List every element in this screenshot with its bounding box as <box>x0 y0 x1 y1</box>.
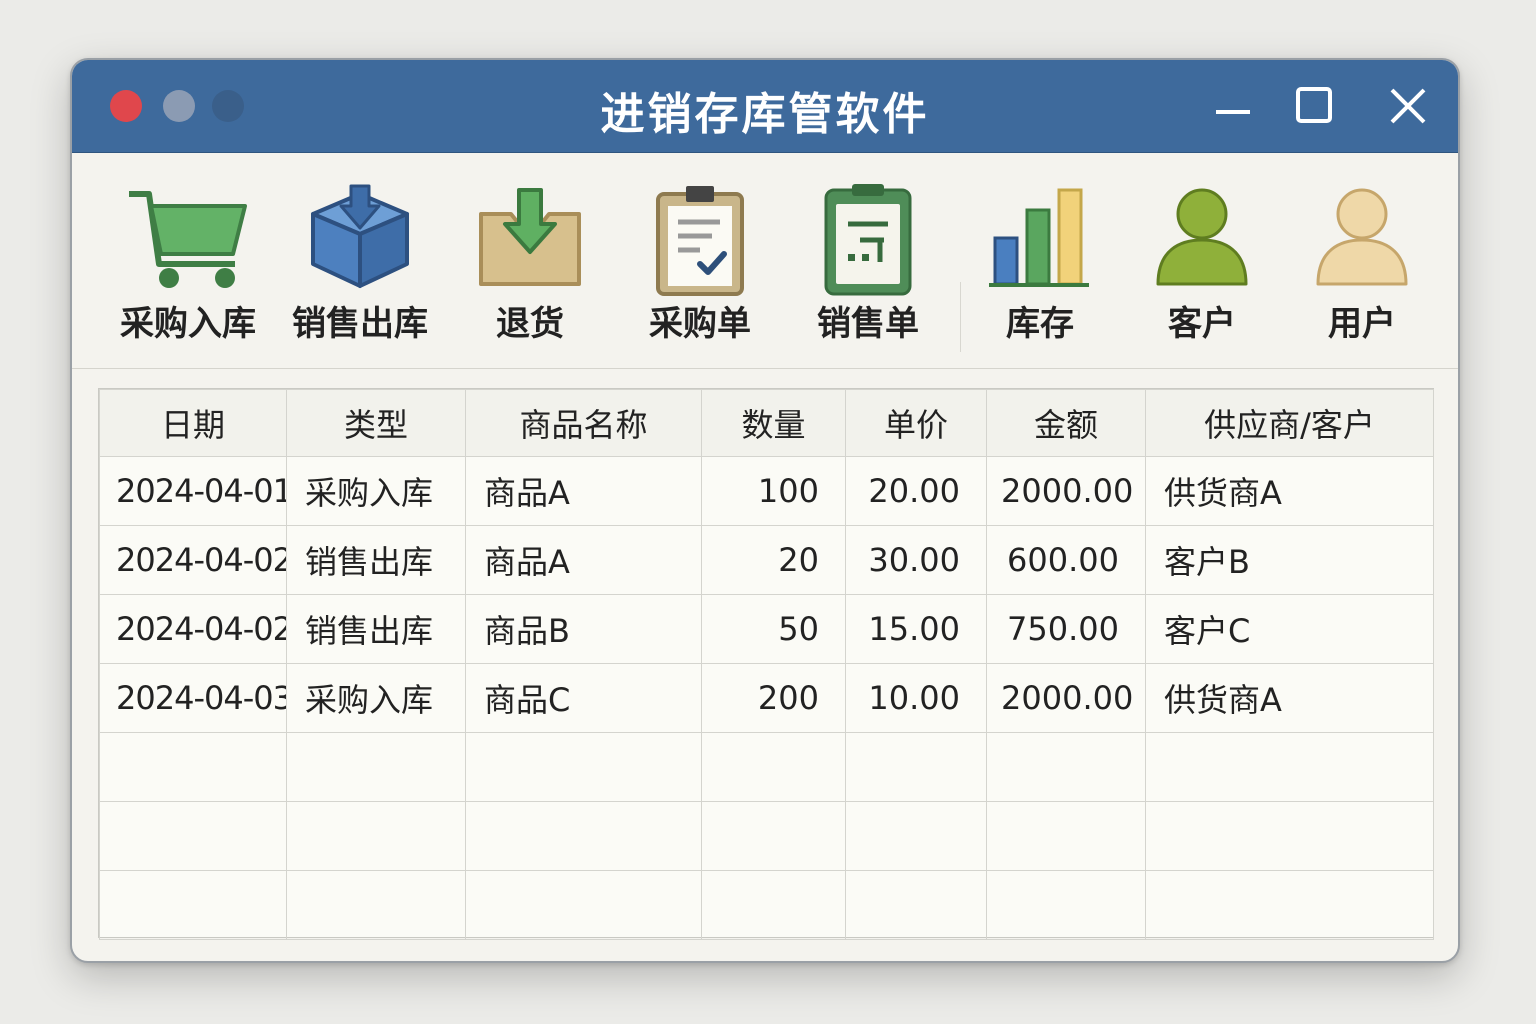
table-row[interactable]: 2024-04-01 采购入库 商品A 100 20.00 2000.00 供货… <box>99 456 1434 526</box>
table-row[interactable]: 2024-04-02 销售出库 商品A 20 30.00 600.00 客户B <box>99 525 1434 595</box>
toolbar-label: 退货 <box>496 304 564 344</box>
empty-table-row[interactable] <box>99 870 1434 940</box>
toolbar-button-user[interactable]: 用户 <box>1282 170 1442 350</box>
bar-chart-icon <box>989 188 1089 287</box>
cell-quantity: 200 <box>701 663 846 733</box>
toolbar-label: 采购入库 <box>120 304 256 344</box>
maximize-button[interactable] <box>1290 82 1338 130</box>
empty-table-row[interactable] <box>99 801 1434 871</box>
column-header-date[interactable]: 日期 <box>99 389 287 457</box>
toolbar-button-return[interactable]: 退货 <box>450 170 610 350</box>
close-button[interactable] <box>1384 82 1432 130</box>
column-header-unit-price[interactable]: 单价 <box>845 389 987 457</box>
box-download-icon <box>311 184 409 288</box>
document-icon <box>824 184 912 296</box>
cell-amount: 2000.00 <box>986 663 1146 733</box>
cell-amount: 600.00 <box>986 525 1146 595</box>
cell-type: 采购入库 <box>286 663 466 733</box>
app-window: 进销存库管软件 采购入库 销售出库 退货 采购单 销售单 库存 客户 用户 日期… <box>70 58 1460 963</box>
toolbar-label: 销售单 <box>817 304 919 344</box>
table-header-row: 日期 类型 商品名称 数量 单价 金额 供应商/客户 <box>99 389 1434 457</box>
empty-table-row[interactable] <box>99 732 1434 802</box>
toolbar-label: 客户 <box>1168 304 1236 344</box>
cell-product: 商品B <box>465 594 702 664</box>
toolbar-button-sales-out[interactable]: 销售出库 <box>280 170 440 350</box>
cell-date: 2024-04-02 <box>99 594 287 664</box>
minimize-button[interactable] <box>1208 82 1256 130</box>
shopping-cart-icon <box>129 191 247 288</box>
cell-type: 销售出库 <box>286 525 466 595</box>
maximize-icon <box>1296 87 1332 123</box>
toolbar-label: 销售出库 <box>292 304 428 344</box>
cell-unit-price: 15.00 <box>845 594 987 664</box>
title-bar[interactable]: 进销存库管软件 <box>72 60 1458 153</box>
cell-party: 客户C <box>1145 594 1434 664</box>
column-header-amount[interactable]: 金额 <box>986 389 1146 457</box>
toolbar: 采购入库 销售出库 退货 采购单 销售单 库存 客户 用户 <box>72 152 1458 369</box>
cell-amount: 2000.00 <box>986 456 1146 526</box>
cell-party: 供货商A <box>1145 456 1434 526</box>
toolbar-button-purchase-order[interactable]: 采购单 <box>620 170 780 350</box>
cell-quantity: 100 <box>701 456 846 526</box>
column-header-quantity[interactable]: 数量 <box>701 389 846 457</box>
records-table: 日期 类型 商品名称 数量 单价 金额 供应商/客户 2024-04-01 采购… <box>98 388 1434 940</box>
column-header-type[interactable]: 类型 <box>286 389 466 457</box>
cell-type: 采购入库 <box>286 456 466 526</box>
cell-type: 销售出库 <box>286 594 466 664</box>
cell-amount: 750.00 <box>986 594 1146 664</box>
cell-party: 供货商A <box>1145 663 1434 733</box>
toolbar-button-sales-order[interactable]: 销售单 <box>788 170 948 350</box>
cell-unit-price: 20.00 <box>845 456 987 526</box>
close-icon <box>1390 88 1426 124</box>
cell-date: 2024-04-03 <box>99 663 287 733</box>
user-icon <box>1156 188 1248 286</box>
minimize-icon <box>1216 110 1250 114</box>
column-header-party[interactable]: 供应商/客户 <box>1145 389 1434 457</box>
user-icon <box>1316 188 1408 286</box>
cell-quantity: 20 <box>701 525 846 595</box>
table-row[interactable]: 2024-04-02 销售出库 商品B 50 15.00 750.00 客户C <box>99 594 1434 664</box>
table-row[interactable]: 2024-04-03 采购入库 商品C 200 10.00 2000.00 供货… <box>99 663 1434 733</box>
cell-date: 2024-04-02 <box>99 525 287 595</box>
toolbar-label: 库存 <box>1006 304 1074 344</box>
toolbar-button-purchase-in[interactable]: 采购入库 <box>108 170 268 350</box>
cell-product: 商品A <box>465 525 702 595</box>
column-header-product[interactable]: 商品名称 <box>465 389 702 457</box>
toolbar-label: 采购单 <box>649 304 751 344</box>
cell-date: 2024-04-01 <box>99 456 287 526</box>
toolbar-button-inventory[interactable]: 库存 <box>960 170 1120 350</box>
clipboard-check-icon <box>656 186 744 296</box>
toolbar-button-customer[interactable]: 客户 <box>1122 170 1282 350</box>
cell-product: 商品C <box>465 663 702 733</box>
cell-unit-price: 10.00 <box>845 663 987 733</box>
cell-unit-price: 30.00 <box>845 525 987 595</box>
cell-quantity: 50 <box>701 594 846 664</box>
toolbar-label: 用户 <box>1328 304 1396 344</box>
cell-party: 客户B <box>1145 525 1434 595</box>
tray-download-icon <box>479 188 581 286</box>
cell-product: 商品A <box>465 456 702 526</box>
